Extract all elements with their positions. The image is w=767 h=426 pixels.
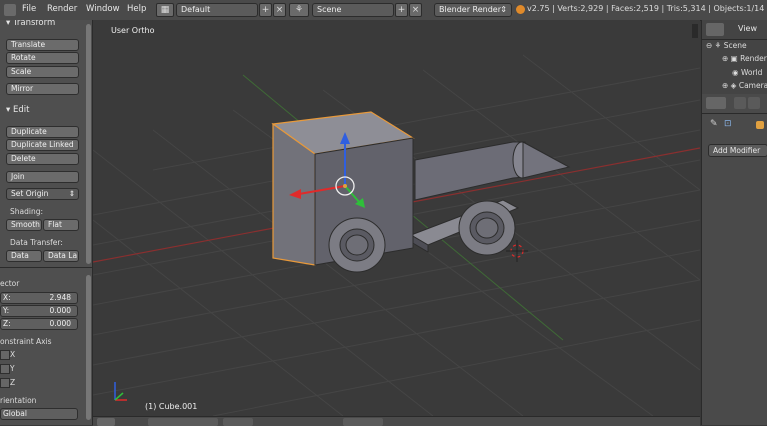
divider [702,39,767,40]
object-origin [343,184,347,188]
z-label: Z: [3,319,11,328]
view-menu[interactable]: View [738,24,757,33]
viewport-canvas [93,54,700,416]
3d-viewport[interactable]: User Ortho (1) Cube.001 [93,20,700,416]
outliner: View ⊖ ⚘ Scene ⊕ ▣ Render ◉ World ⊕ ◈ Ca… [701,20,767,94]
y-value: 0.000 [49,306,71,315]
data-transfer-label: Data Transfer: [10,238,63,247]
constraint-x-checkbox[interactable] [0,350,10,360]
dropdown-arrows-icon: ⇕ [500,5,507,14]
rotate-button[interactable]: Rotate [6,52,79,64]
x-label: X: [3,293,11,302]
world-label: World [740,68,763,77]
constraint-y-checkbox[interactable] [0,364,10,374]
outliner-row-camera[interactable]: ⊕ ◈ Camera [722,81,767,90]
render-icon: ⊕ ▣ [722,54,741,63]
menu-file[interactable]: File [22,4,36,14]
view-name-label: User Ortho [111,26,155,35]
scene-tab-icon[interactable] [748,97,760,109]
transform-panel-header[interactable]: ▾ Transform [6,20,55,28]
constraint-axis-label: onstraint Axis [0,337,52,346]
world-icon: ◉ [732,68,741,77]
divider [702,113,767,114]
scene-icon[interactable]: ⚘ [289,3,309,17]
vector-z-field[interactable]: Z: 0.000 [0,318,78,330]
axis-y-label: Y [10,364,15,373]
properties-editor: ✎ ⊡ Add Modifier [701,94,767,425]
active-object-label: (1) Cube.001 [145,402,198,411]
operator-scrollbar[interactable] [86,275,91,420]
vector-y-field[interactable]: Y: 0.000 [0,305,78,317]
remove-scene-close-icon[interactable]: × [409,3,422,17]
scene-statistics: v2.75 | Verts:2,929 | Faces:2,519 | Tris… [527,4,767,13]
axis-x-label: X [10,350,16,359]
render-engine-label: Blender Render [439,5,502,14]
orientation-label: rientation [0,396,37,405]
duplicate-button[interactable]: Duplicate [6,126,79,138]
shading-label: Shading: [10,207,43,216]
modifier-icon [756,121,764,129]
render-tab-icon[interactable] [734,97,746,109]
add-screen-plus-icon[interactable]: + [259,3,272,17]
menu-render[interactable]: Render [47,4,77,14]
menu-window[interactable]: Window [86,4,120,14]
camera-icon: ⊕ ◈ [722,81,739,90]
outliner-row-world[interactable]: ◉ World [732,68,762,77]
mirror-button[interactable]: Mirror [6,83,79,95]
add-scene-plus-icon[interactable]: + [395,3,408,17]
add-modifier-button[interactable]: Add Modifier [708,144,767,157]
outliner-row-scene[interactable]: ⊖ ⚘ Scene [706,41,747,50]
menu-help[interactable]: Help [127,4,146,14]
constraint-z-checkbox[interactable] [0,378,10,388]
edit-header-label: Edit [12,105,30,115]
data-layout-button[interactable]: Data La [43,250,79,262]
outliner-row-render[interactable]: ⊕ ▣ Render [722,54,767,63]
axis-widget [114,382,127,401]
transform-header-label: Transform [12,20,56,28]
scene-label: Scene [723,41,747,50]
z-value: 0.000 [49,319,71,328]
y-label: Y: [3,306,10,315]
scale-button[interactable]: Scale [6,66,79,78]
orientation-value: Global [3,409,27,418]
render-label: Render [740,54,767,63]
set-origin-label: Set Origin [11,189,49,198]
viewport-corner-handle[interactable] [692,24,698,38]
truck-model[interactable] [271,111,571,273]
vector-label: ector [0,279,20,288]
wrench-icon[interactable]: ✎ [710,119,718,129]
flat-button[interactable]: Flat [43,219,79,231]
join-button[interactable]: Join [6,171,79,183]
orientation-select[interactable]: Global [0,408,78,420]
editor-type-icon[interactable] [4,4,16,16]
set-origin-button[interactable]: Set Origin ⇕ [6,188,79,200]
render-engine-select[interactable]: Blender Render ⇕ [434,3,512,17]
editor-type-icon[interactable] [706,23,724,36]
translate-button[interactable]: Translate [6,39,79,51]
axis-z-label: Z [10,378,16,387]
tool-shelf: ▾ Transform Translate Rotate Scale Mirro… [0,20,93,425]
edit-panel-header[interactable]: ▾ Edit [6,105,29,115]
dropdown-icon: ⇕ [68,189,75,198]
blender-logo-icon [516,5,525,14]
remove-screen-close-icon[interactable]: × [273,3,286,17]
duplicate-linked-button[interactable]: Duplicate Linked [6,139,79,151]
editor-type-icon[interactable] [706,97,726,109]
delete-button[interactable]: Delete [6,153,79,165]
info-header: File Render Window Help ▦ Default + × ⚘ … [0,0,767,21]
vector-x-field[interactable]: X: 2.948 [0,292,78,304]
camera-label: Camera [738,81,767,90]
scene-icon: ⊖ ⚘ [706,41,724,50]
toolshelf-scrollbar[interactable] [86,24,91,264]
scene-field[interactable]: Scene [312,3,394,17]
screen-layout-field[interactable]: Default [176,3,258,17]
object-icon: ⊡ [724,119,732,129]
x-value: 2.948 [49,293,71,302]
smooth-button[interactable]: Smooth [6,219,42,231]
screen-layout-icon[interactable]: ▦ [156,3,174,17]
divider [0,267,92,268]
data-transfer-button[interactable]: Data [6,250,42,262]
